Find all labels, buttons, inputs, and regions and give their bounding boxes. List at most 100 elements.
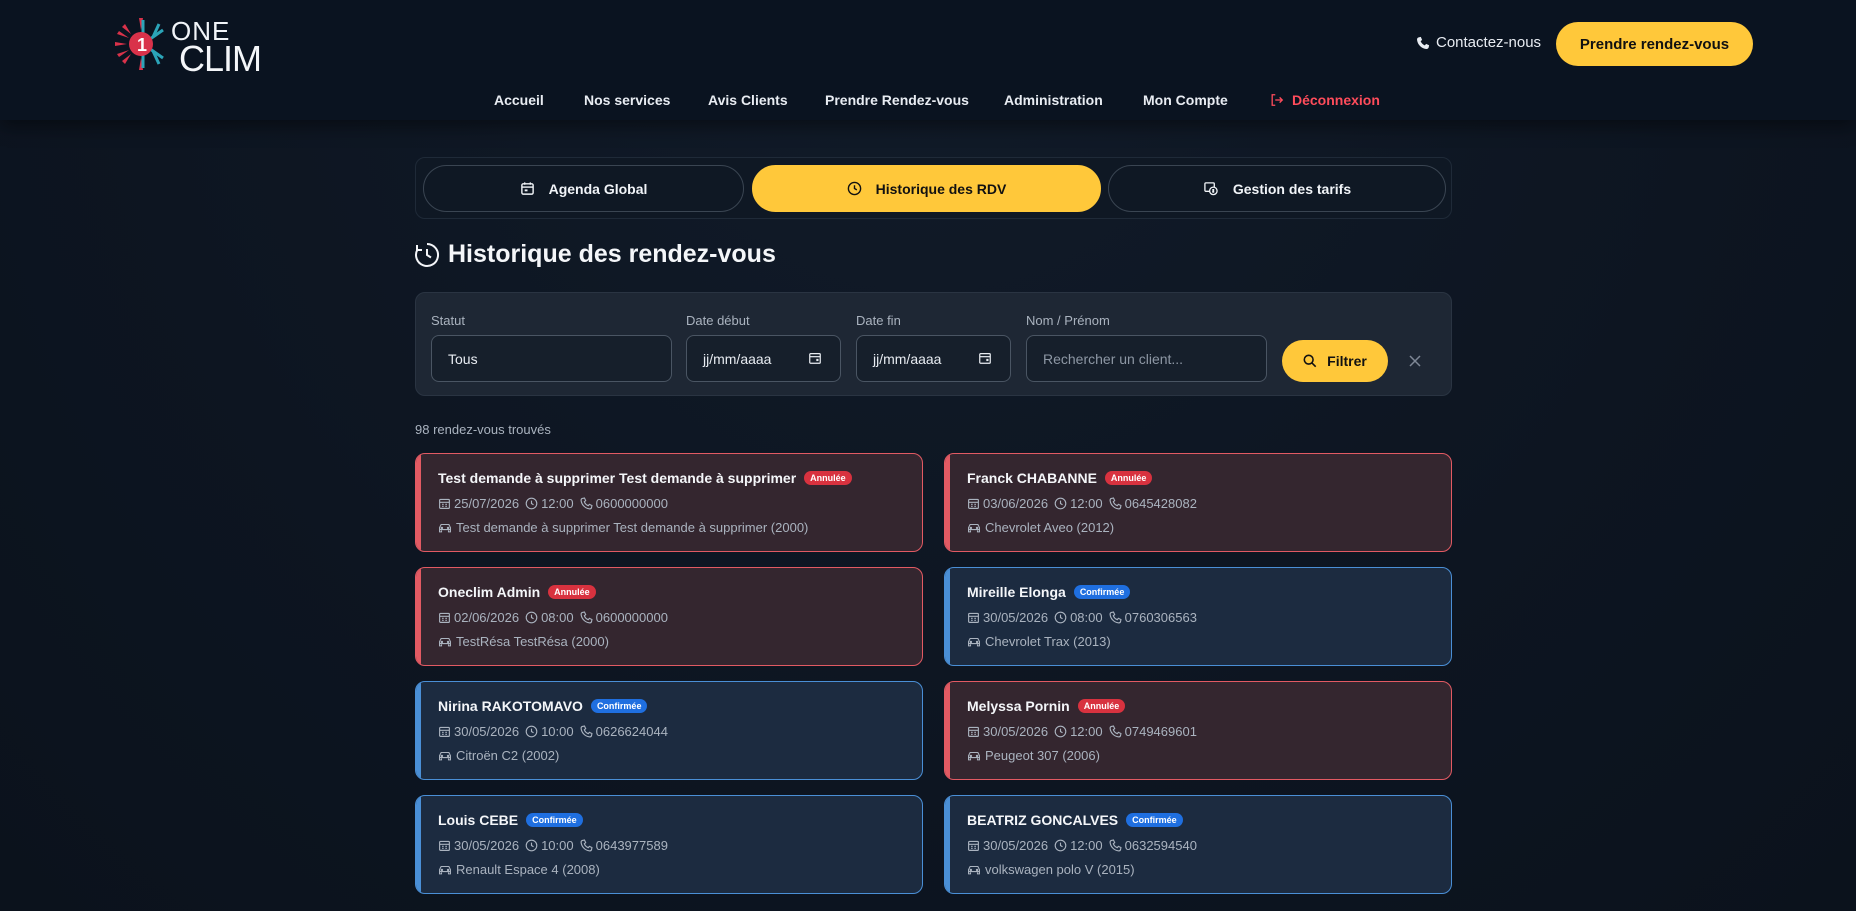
date-picker-icon[interactable] — [808, 351, 822, 365]
calendar-icon — [968, 612, 979, 623]
tab-label: Agenda Global — [548, 180, 648, 197]
nav-item-accueil[interactable]: Accueil — [494, 92, 544, 108]
phone-icon — [580, 497, 593, 510]
nav-item-services[interactable]: Nos services — [584, 92, 670, 108]
car-icon — [968, 751, 980, 760]
appointment-card[interactable]: Oneclim Admin Annulée 02/06/2026 08:00 06000… — [415, 567, 923, 666]
status-badge: Confirmée — [1073, 585, 1131, 599]
appointment-meta: 30/05/2026 08:00 0760306563 — [967, 610, 1197, 625]
client-phone: 0632594540 — [1124, 838, 1197, 853]
clock-icon — [847, 181, 861, 196]
site-header: 1 ONE CLIM Contactez-nous Prendre rendez… — [0, 0, 1856, 120]
appointment-card[interactable]: Franck CHABANNE Annulée 03/06/2026 12:00 064… — [944, 453, 1452, 552]
calendar-icon — [439, 840, 450, 851]
appointment-meta: 30/05/2026 12:00 0632594540 — [967, 838, 1197, 853]
filter-button-label: Filtrer — [1327, 353, 1367, 369]
appointment-card[interactable]: BEATRIZ GONCALVES Confirmée 30/05/2026 12:0… — [944, 795, 1452, 894]
calendar-icon — [520, 182, 534, 195]
appointment-meta: 30/05/2026 10:00 0643977589 — [438, 838, 668, 853]
client-name: Melyssa Pornin — [967, 698, 1070, 714]
main-nav: Accueil Nos services Avis Clients Prendr… — [0, 92, 1856, 112]
status-select[interactable]: Tous — [431, 335, 672, 382]
appointment-card[interactable]: Louis CEBE Confirmée 30/05/2026 10:00 064397… — [415, 795, 923, 894]
status-label: Statut — [431, 313, 465, 328]
vehicle-label: Chevrolet Trax (2013) — [985, 634, 1111, 649]
appointment-time: 12:00 — [1070, 496, 1103, 511]
appointment-time: 12:00 — [541, 496, 574, 511]
appointment-card[interactable]: Nirina RAKOTOMAVO Confirmée 30/05/2026 10:0… — [415, 681, 923, 780]
client-search-input[interactable]: Rechercher un client... — [1026, 335, 1267, 382]
appointment-card[interactable]: Test demande à supprimer Test demande à … — [415, 453, 923, 552]
phone-icon — [1109, 611, 1122, 624]
client-phone: 0643977589 — [595, 838, 668, 853]
status-badge: Annulée — [1077, 699, 1126, 713]
date-end-value: jj/mm/aaaa — [873, 350, 942, 367]
calendar-icon — [439, 612, 450, 623]
status-badge: Confirmée — [1126, 813, 1183, 827]
appointment-card[interactable]: Mireille Elonga Confirmée 30/05/2026 08:00 0… — [944, 567, 1452, 666]
client-phone: 0600000000 — [595, 610, 668, 625]
logout-label: Déconnexion — [1292, 92, 1380, 108]
nav-item-avis-clients[interactable]: Avis Clients — [708, 92, 788, 108]
vehicle-info: Chevrolet Trax (2013) — [967, 634, 1111, 649]
appointment-time: 08:00 — [541, 610, 574, 625]
car-icon — [968, 865, 980, 874]
appointment-date: 30/05/2026 — [983, 610, 1049, 625]
price-tag-icon — [1204, 182, 1218, 196]
client-name: Oneclim Admin — [438, 584, 541, 600]
oneclim-logo[interactable]: 1 ONE CLIM — [113, 14, 263, 79]
contact-link[interactable]: Contactez-nous — [1416, 34, 1541, 51]
phone-icon — [1109, 497, 1122, 510]
appointment-header: Melyssa Pornin Annulée — [967, 698, 1126, 714]
search-icon — [1303, 354, 1317, 368]
car-icon — [439, 637, 451, 646]
phone-icon — [1109, 725, 1122, 738]
status-badge: Annulée — [548, 585, 596, 599]
appointment-meta: 02/06/2026 08:00 0600000000 — [438, 610, 668, 625]
status-badge: Annulée — [1104, 471, 1153, 485]
phone-icon — [580, 839, 593, 852]
filter-button[interactable]: Filtrer — [1282, 340, 1388, 382]
appointment-time: 12:00 — [1070, 838, 1103, 853]
client-search-placeholder: Rechercher un client... — [1043, 350, 1184, 367]
date-end-input[interactable]: jj/mm/aaaa — [856, 335, 1011, 382]
tab-agenda-global[interactable]: Agenda Global — [423, 165, 744, 212]
nav-item-prendre-rdv[interactable]: Prendre Rendez-vous — [825, 92, 969, 108]
appointment-card[interactable]: Melyssa Pornin Annulée 30/05/2026 12:00 0749… — [944, 681, 1452, 780]
date-end-label: Date fin — [856, 313, 901, 328]
calendar-icon — [968, 498, 979, 509]
vehicle-info: Test demande à supprimer Test demande à … — [438, 520, 808, 535]
nav-item-logout[interactable]: Déconnexion — [1270, 92, 1380, 108]
calendar-icon — [968, 840, 979, 851]
appointment-date: 03/06/2026 — [983, 496, 1049, 511]
client-name: Mireille Elonga — [967, 584, 1066, 600]
appointment-meta: 03/06/2026 12:00 0645428082 — [967, 496, 1197, 511]
appointment-date: 30/05/2026 — [454, 838, 520, 853]
book-appointment-button[interactable]: Prendre rendez-vous — [1556, 22, 1753, 66]
date-picker-icon[interactable] — [978, 351, 992, 365]
vehicle-label: Peugeot 307 (2006) — [985, 748, 1100, 763]
vehicle-label: Citroën C2 (2002) — [456, 748, 560, 763]
tab-historique-rdv[interactable]: Historique des RDV — [752, 165, 1101, 212]
car-icon — [968, 523, 980, 532]
appointment-meta: 30/05/2026 12:00 0749469601 — [967, 724, 1197, 739]
calendar-icon — [968, 726, 979, 737]
client-phone: 0645428082 — [1124, 496, 1197, 511]
appointment-time: 08:00 — [1070, 610, 1103, 625]
phone-icon — [580, 725, 593, 738]
appointment-meta: 25/07/2026 12:00 0600000000 — [438, 496, 668, 511]
clock-icon — [525, 725, 538, 738]
car-icon — [439, 523, 451, 532]
calendar-icon — [439, 726, 450, 737]
date-start-input[interactable]: jj/mm/aaaa — [686, 335, 841, 382]
filter-bar: Statut Tous Date début jj/mm/aaaa Date f… — [415, 292, 1452, 396]
clock-icon — [1054, 725, 1067, 738]
nav-item-mon-compte[interactable]: Mon Compte — [1143, 92, 1228, 108]
tab-gestion-tarifs[interactable]: Gestion des tarifs — [1108, 165, 1446, 212]
appointment-header: Louis CEBE Confirmée — [438, 812, 583, 828]
vehicle-info: TestRésa TestRésa (2000) — [438, 634, 609, 649]
clock-icon — [1054, 839, 1067, 852]
tab-label: Gestion des tarifs — [1232, 180, 1352, 197]
nav-item-administration[interactable]: Administration — [1004, 92, 1103, 108]
clear-filters-icon[interactable] — [1407, 353, 1423, 369]
